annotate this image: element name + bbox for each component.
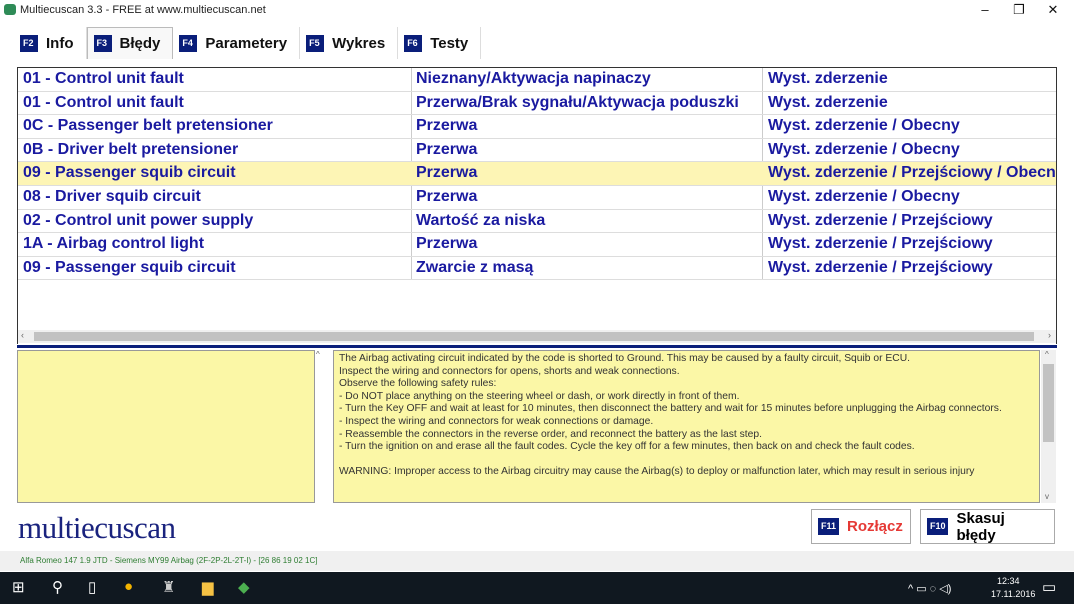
fault-code: 1A - Airbag control light	[23, 235, 205, 253]
app-icon	[4, 4, 16, 15]
fault-row[interactable]: 0B - Driver belt pretensioner Przerwa Wyst…	[18, 139, 1056, 163]
info-scrollbar[interactable]: ^	[316, 350, 328, 503]
fault-status: Wyst. zderzenie / Przejściowy / Obecny	[768, 164, 1057, 182]
horizontal-scrollbar[interactable]: ‹ ›	[18, 330, 1056, 343]
fault-type: Zwarcie z masą	[416, 258, 534, 276]
key-badge: F6	[404, 34, 423, 52]
scrollbar-thumb[interactable]	[1043, 364, 1054, 442]
scroll-right-icon[interactable]: ›	[1048, 330, 1051, 340]
fault-type: Nieznany/Aktywacja napinaczy	[416, 70, 651, 87]
tab-label: Parametery	[205, 34, 288, 52]
key-badge: F3	[93, 35, 112, 52]
fault-type: Przerwa	[416, 188, 478, 205]
fault-status: Wyst. zderzenie / Obecny	[768, 117, 960, 135]
fault-status: Wyst. zderzenie	[768, 70, 888, 87]
search-icon[interactable]: ⚲	[52, 578, 63, 596]
scrollbar-thumb[interactable]	[34, 332, 1034, 341]
minimize-button[interactable]: –	[968, 0, 1002, 20]
task-view-icon[interactable]: ▯	[88, 578, 96, 596]
fault-row[interactable]: 09 - Passenger squib circuit Przerwa Wyst.…	[18, 162, 1057, 186]
fault-code: 09 - Passenger squib circuit	[23, 164, 236, 182]
multiecuscan-taskbar-icon[interactable]: ◆	[238, 578, 250, 596]
fault-code: 08 - Driver squib circuit	[23, 188, 201, 205]
key-badge: F2	[20, 34, 38, 52]
tab-label: Testy	[430, 34, 469, 52]
fault-status: Wyst. zderzenie / Obecny	[768, 140, 960, 158]
clock-date[interactable]: 17.11.2016	[991, 589, 1035, 599]
fault-row[interactable]: 01 - Control unit fault Przerwa/Brak sygn…	[18, 92, 1056, 116]
tab-label: Błędy	[119, 35, 161, 52]
fault-description: The Airbag activating circuit indicated …	[333, 350, 1040, 503]
fault-type: Przerwa	[416, 235, 478, 253]
tab-label: Wykres	[332, 34, 386, 52]
close-button[interactable]: ✕	[1036, 0, 1070, 20]
scroll-left-icon[interactable]: ‹	[21, 330, 24, 340]
disconnect-button[interactable]: F11 Rozłącz	[811, 509, 911, 544]
scroll-down-icon[interactable]: v	[1045, 492, 1049, 501]
title-bar: Multiecuscan 3.3 - FREE at www.multiecus…	[0, 0, 1074, 20]
tab-info[interactable]: F2 Info	[14, 27, 87, 59]
tab-wykres[interactable]: F5 Wykres	[300, 27, 399, 59]
tab-testy[interactable]: F6 Testy	[398, 27, 482, 59]
fault-code: 0C - Passenger belt pretensioner	[23, 117, 273, 135]
fault-row[interactable]: 01 - Control unit fault Nieznany/Aktywacj…	[18, 68, 1056, 92]
logo: multiecuscan	[18, 510, 176, 545]
taskbar: ⊞ ⚲ ▯ ● ♜ ▆ ◆ ^ ▭ ◌ ◁) 12:34 17.11.2016 …	[0, 572, 1074, 604]
fault-type: Przerwa/Brak sygnału/Aktywacja poduszki	[416, 93, 739, 111]
fault-status: Wyst. zderzenie / Przejściowy	[768, 211, 993, 229]
clear-faults-label: Skasuj błędy	[956, 509, 1005, 544]
fault-code: 02 - Control unit power supply	[23, 211, 254, 229]
app-icon[interactable]: ♜	[162, 578, 175, 596]
clock-time[interactable]: 12:34	[997, 576, 1020, 586]
key-badge: F11	[818, 518, 840, 535]
scroll-up-icon[interactable]: ^	[316, 350, 320, 359]
file-explorer-icon[interactable]: ▆	[202, 578, 214, 596]
fault-code: 09 - Passenger squib circuit	[23, 258, 236, 276]
fault-status: Wyst. zderzenie / Przejściowy	[768, 258, 993, 276]
fault-type: Przerwa	[416, 117, 478, 135]
tab-błędy[interactable]: F3 Błędy	[86, 27, 174, 59]
tab-bar: F2 Info F3 Błędy F4 Parametery F5 Wykres F6 Testy	[14, 27, 482, 59]
tab-parametery[interactable]: F4 Parametery	[173, 27, 301, 59]
window-title: Multiecuscan 3.3 - FREE at www.multiecus…	[20, 4, 266, 16]
key-badge: F10	[927, 518, 949, 535]
fault-table: 01 - Control unit fault Nieznany/Aktywacj…	[17, 67, 1057, 344]
fault-type: Wartość za niska	[416, 211, 546, 229]
fault-code: 01 - Control unit fault	[23, 70, 184, 87]
key-badge: F4	[179, 34, 198, 52]
disconnect-label: Rozłącz	[847, 518, 903, 535]
clear-faults-button[interactable]: F10 Skasuj błędy	[920, 509, 1055, 544]
scroll-up-icon[interactable]: ^	[1045, 350, 1049, 359]
maximize-button[interactable]: ❐	[1002, 0, 1036, 20]
tab-label: Info	[46, 34, 74, 52]
notifications-icon[interactable]: ▭	[1042, 578, 1056, 596]
fault-row[interactable]: 1A - Airbag control light Przerwa Wyst. zd…	[18, 233, 1056, 257]
chrome-icon[interactable]: ●	[124, 578, 133, 595]
info-panel	[17, 350, 315, 503]
fault-row[interactable]: 02 - Control unit power supply Wartość za…	[18, 210, 1056, 234]
fault-row[interactable]: 0C - Passenger belt pretensioner Przerwa W…	[18, 115, 1056, 139]
fault-type: Przerwa	[416, 140, 478, 158]
divider	[17, 345, 1057, 348]
fault-type: Przerwa	[416, 164, 478, 182]
fault-row[interactable]: 08 - Driver squib circuit Przerwa Wyst. zd…	[18, 186, 1056, 210]
status-bar: Alfa Romeo 147 1.9 JTD - Siemens MY99 Ai…	[0, 551, 1074, 571]
fault-status: Wyst. zderzenie / Obecny	[768, 188, 960, 205]
fault-code: 0B - Driver belt pretensioner	[23, 140, 239, 158]
tray-icons[interactable]: ^ ▭ ◌ ◁)	[908, 582, 951, 595]
description-scrollbar[interactable]: ^ v	[1041, 350, 1056, 503]
windows-start-icon[interactable]: ⊞	[12, 578, 25, 596]
fault-code: 01 - Control unit fault	[23, 93, 184, 111]
fault-status: Wyst. zderzenie / Przejściowy	[768, 235, 993, 253]
fault-status: Wyst. zderzenie	[768, 93, 888, 111]
fault-row[interactable]: 09 - Passenger squib circuit Zwarcie z ma…	[18, 257, 1056, 281]
key-badge: F5	[306, 34, 325, 52]
